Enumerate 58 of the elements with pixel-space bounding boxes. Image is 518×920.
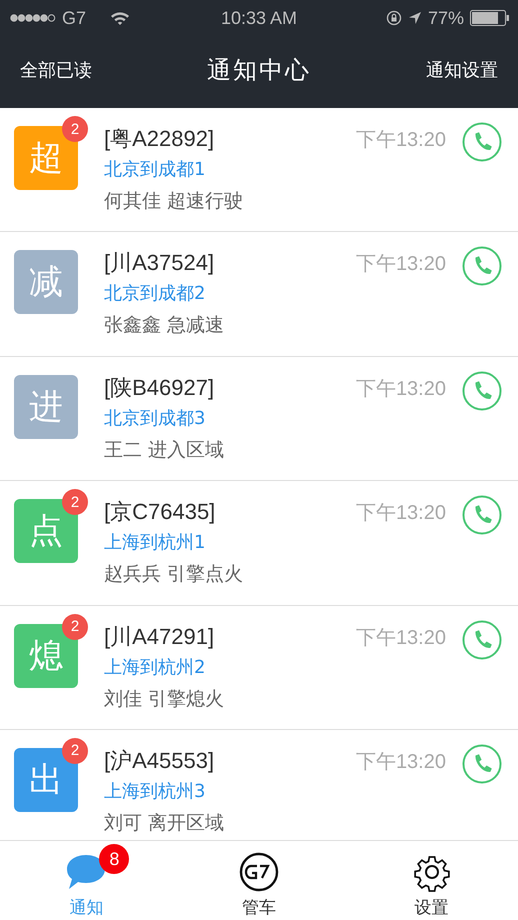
phone-call-icon[interactable] [462, 620, 502, 660]
rotation-lock-icon [386, 10, 402, 26]
notification-item[interactable]: 减 [川A37524] 北京到成都2 张鑫鑫 急减速 下午13:20 [0, 232, 518, 357]
event-detail: 刘佳 引擎熄火 [104, 686, 226, 712]
signal-icon [10, 13, 56, 23]
phone-call-icon[interactable] [462, 495, 502, 536]
phone-call-icon[interactable] [462, 370, 502, 411]
phone-call-icon[interactable] [462, 246, 502, 286]
event-detail: 刘可 离开区域 [104, 810, 226, 836]
unread-badge: 2 [62, 738, 88, 764]
plate-number: [粤A22892] [104, 125, 216, 153]
event-detail: 何其佳 超速行驶 [104, 189, 244, 214]
notification-item[interactable]: 进 [陕B46927] 北京到成都3 王二 进入区域 下午13:20 [0, 356, 518, 482]
page-title: 通知中心 [207, 55, 311, 86]
unread-badge: 2 [62, 614, 88, 640]
route-text: 北京到成都1 [104, 158, 206, 182]
notification-item[interactable]: 点 2 [京C76435] 上海到杭州1 赵兵兵 引擎点火 下午13:20 [0, 481, 518, 606]
event-time: 下午13:20 [356, 626, 446, 651]
plate-number: [沪A45553] [104, 746, 216, 775]
event-detail: 赵兵兵 引擎点火 [104, 562, 244, 588]
plate-number: [川A47291] [104, 622, 216, 651]
unread-badge: 2 [62, 116, 88, 142]
event-time: 下午13:20 [356, 750, 446, 775]
carrier-name: G7 [62, 8, 86, 28]
mark-all-read-button[interactable]: 全部已读 [20, 58, 92, 82]
unread-badge: 2 [62, 489, 88, 516]
plate-number: [川A37524] [104, 249, 216, 278]
event-time: 下午13:20 [356, 128, 446, 153]
event-detail: 王二 进入区域 [104, 438, 226, 463]
event-time: 下午13:20 [356, 376, 446, 402]
notification-settings-button[interactable]: 通知设置 [426, 58, 498, 82]
unread-count-badge: 8 [99, 844, 130, 874]
location-arrow-icon [408, 11, 422, 25]
tab-item[interactable]: 管车 [194, 842, 324, 919]
event-detail: 张鑫鑫 急减速 [104, 313, 226, 338]
wifi-icon [110, 11, 130, 25]
event-time: 下午13:20 [356, 501, 446, 526]
logo-icon [238, 852, 279, 892]
battery-icon [470, 10, 510, 26]
chat-bubble-icon [65, 853, 108, 891]
notification-item[interactable]: 超 2 [粤A22892] 北京到成都1 何其佳 超速行驶 下午13:20 [0, 108, 518, 232]
event-type-icon: 进 [14, 374, 78, 439]
event-type-icon: 减 [14, 250, 78, 314]
tab-item[interactable]: 8 通知 [21, 842, 152, 919]
route-text: 上海到杭州2 [104, 656, 206, 680]
battery-percent: 77% [428, 8, 464, 28]
event-time: 下午13:20 [356, 252, 446, 278]
route-text: 上海到杭州1 [104, 531, 206, 556]
notification-item[interactable]: 熄 2 [川A47291] 上海到杭州2 刘佳 引擎熄火 下午13:20 [0, 606, 518, 730]
route-text: 北京到成都2 [104, 282, 206, 306]
route-text: 北京到成都3 [104, 406, 206, 431]
plate-number: [京C76435] [104, 498, 216, 526]
plate-number: [陕B46927] [104, 374, 216, 402]
phone-call-icon[interactable] [462, 122, 502, 162]
clock-time: 10:33 AM [220, 8, 298, 28]
route-text: 上海到杭州3 [104, 780, 206, 804]
phone-call-icon[interactable] [462, 744, 502, 784]
tab-item[interactable]: 设置 [366, 842, 497, 919]
